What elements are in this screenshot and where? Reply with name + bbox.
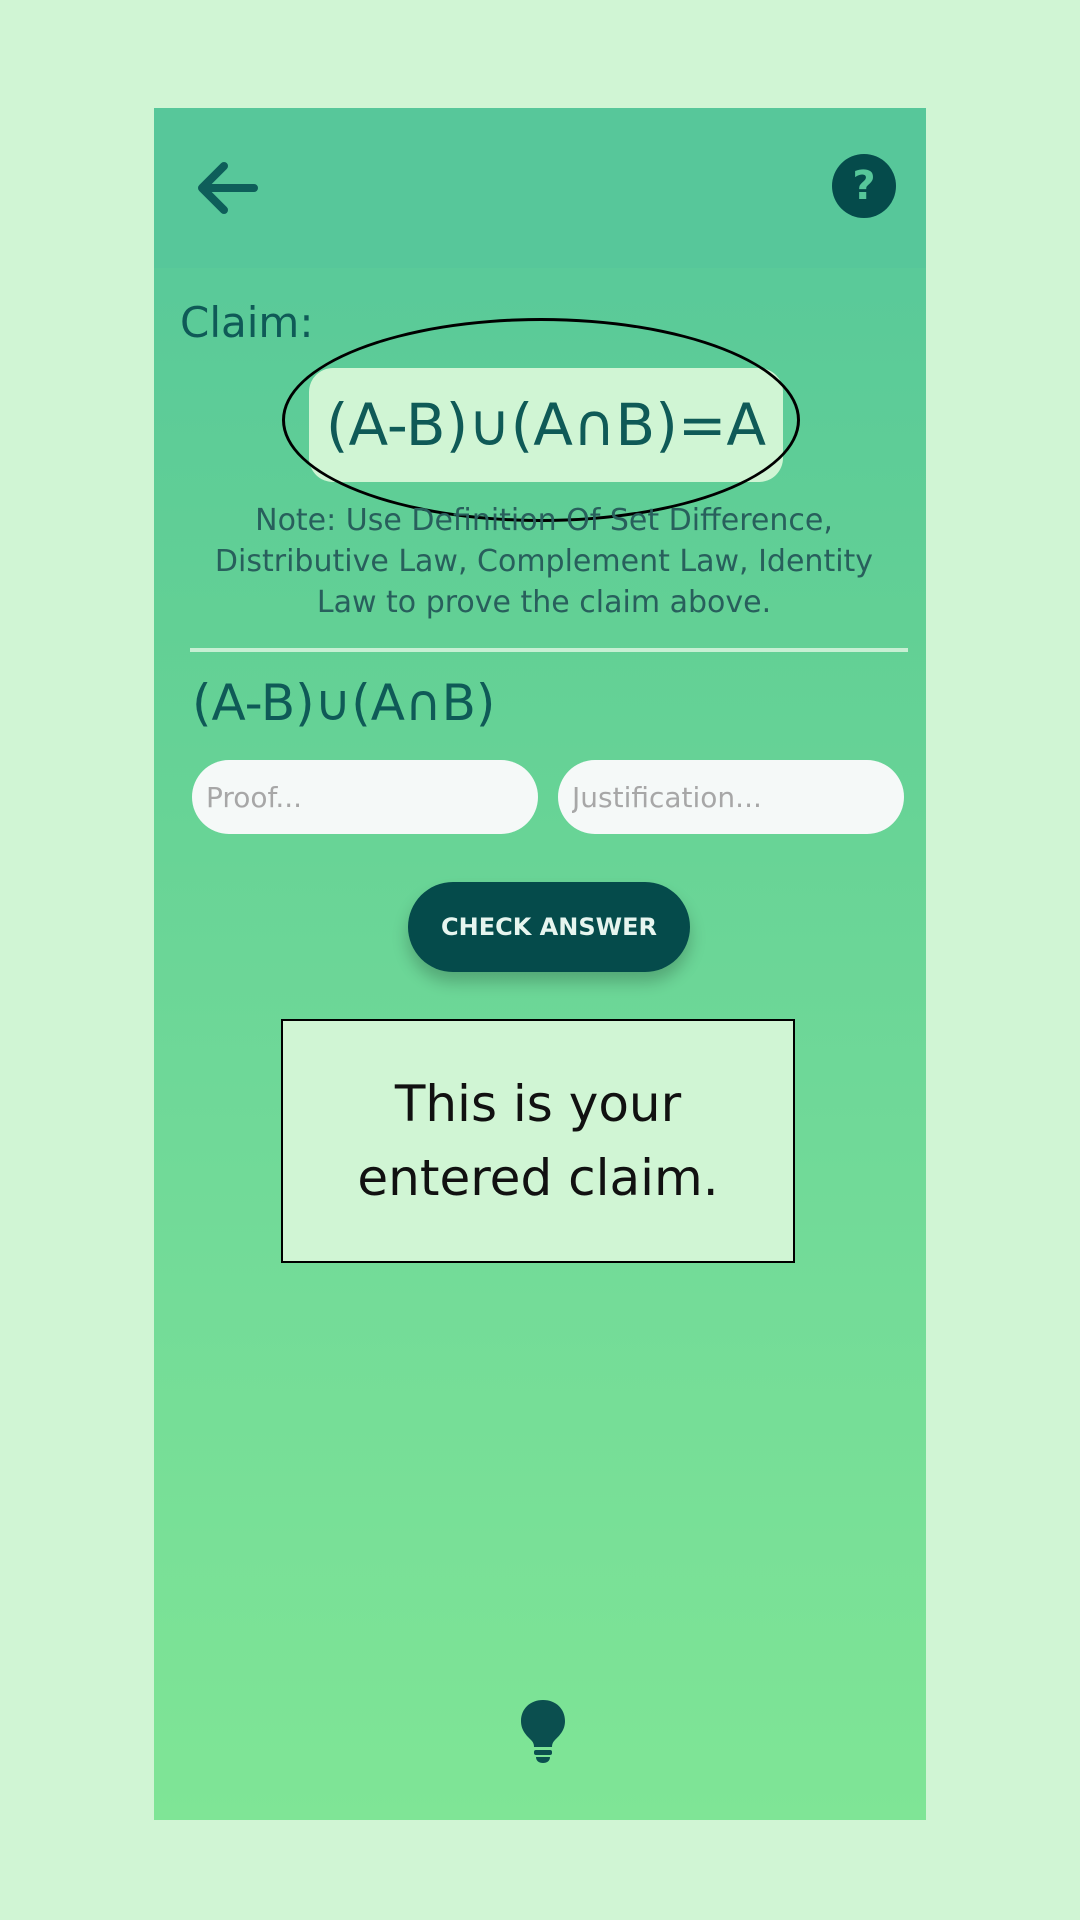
divider [190,648,908,652]
hint-button[interactable] [519,1698,567,1764]
back-button[interactable] [194,158,260,218]
app-screen: ? Claim: (A-B)∪(A∩B)=A Note: Use Definit… [154,108,926,1820]
help-button[interactable]: ? [832,154,896,218]
check-answer-button[interactable]: CHECK ANSWER [408,882,690,972]
tutorial-tooltip: This is your entered claim. [281,1019,795,1263]
claim-expression-box: (A-B)∪(A∩B)=A [309,368,783,482]
claim-label: Claim: [180,298,314,347]
top-bar: ? [154,108,926,268]
claim-note: Note: Use Definition Of Set Difference, … [214,503,874,620]
proof-input[interactable] [192,760,538,834]
lightbulb-icon [521,1700,565,1763]
claim-expression: (A-B)∪(A∩B)=A [325,391,767,459]
arrow-left-icon [198,162,258,214]
step-expression: (A-B)∪(A∩B) [192,674,496,732]
tooltip-text: This is your entered claim. [357,1075,719,1207]
justification-input[interactable] [558,760,904,834]
question-mark-icon: ? [852,163,876,209]
